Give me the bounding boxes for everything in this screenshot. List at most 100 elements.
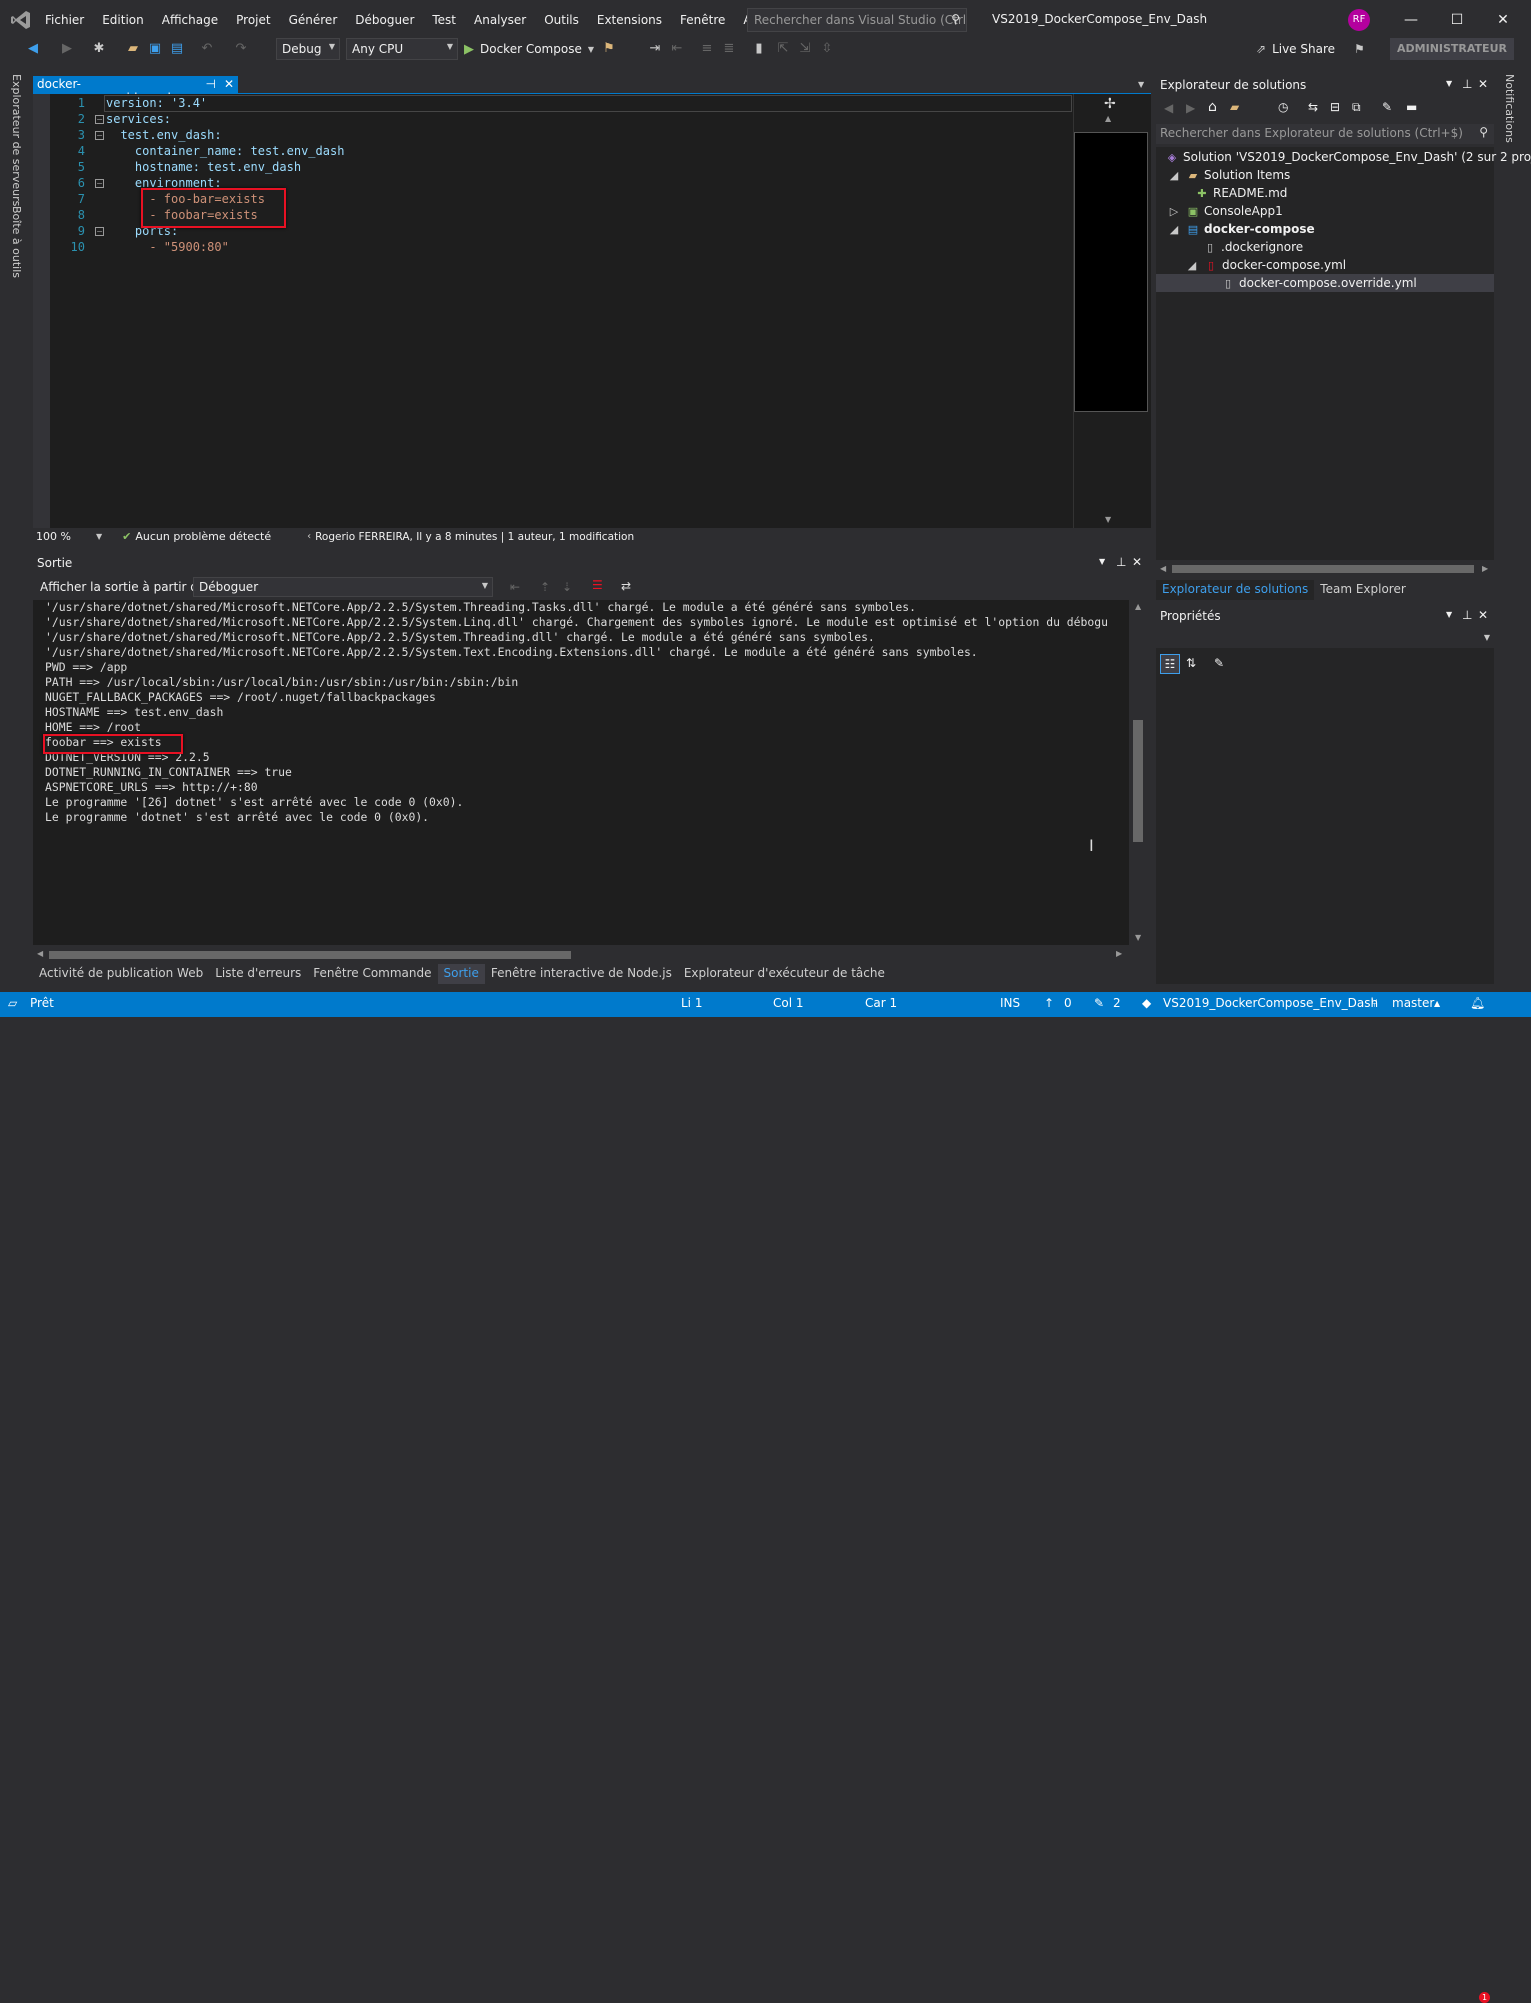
save-all-icon[interactable]: ▤: [168, 40, 186, 58]
tree-item-docker-compose-yml[interactable]: ◢ ▯ docker-compose.yml: [1156, 256, 1346, 274]
scroll-left-icon[interactable]: ◀: [1160, 564, 1166, 573]
menu-window[interactable]: Fenêtre: [671, 0, 734, 40]
fold-toggle-icon[interactable]: −: [95, 179, 104, 188]
output-horizontal-scrollbar[interactable]: ◀ ▶: [33, 948, 1129, 962]
pin-icon[interactable]: ⊥: [1462, 608, 1472, 622]
tree-item-solution[interactable]: ◈ Solution 'VS2019_DockerCompose_Env_Dash…: [1156, 148, 1531, 166]
status-changes[interactable]: 2: [1113, 996, 1121, 1010]
pin-icon[interactable]: ⊥: [1116, 555, 1126, 569]
chevron-down-icon[interactable]: ▼: [1099, 557, 1105, 566]
tree-item-docker-compose[interactable]: ◢ ▤ docker-compose: [1156, 220, 1315, 238]
scroll-right-icon[interactable]: ▶: [1482, 564, 1488, 573]
tab-node-interactive[interactable]: Fenêtre interactive de Node.js: [485, 964, 678, 984]
tree-item-readme[interactable]: ✚ README.md: [1156, 184, 1287, 202]
next-message-icon[interactable]: ⇣: [562, 580, 572, 594]
tab-solution-explorer[interactable]: Explorateur de solutions: [1156, 580, 1315, 600]
expand-icon[interactable]: ◢: [1184, 257, 1200, 275]
alphabetical-icon[interactable]: ⇅: [1186, 656, 1196, 670]
admin-badge[interactable]: ADMINISTRATEUR: [1390, 38, 1514, 60]
close-button[interactable]: ✕: [1480, 0, 1526, 40]
properties-wrench-icon[interactable]: ✎: [1382, 100, 1392, 114]
chevron-down-icon[interactable]: ▼: [96, 532, 102, 541]
indent-icon[interactable]: ≡: [698, 40, 716, 58]
chevron-down-icon[interactable]: ▼: [1446, 610, 1452, 619]
notifications-tab[interactable]: Notifications: [1503, 74, 1516, 143]
prev-message-icon[interactable]: ⇡: [540, 580, 550, 594]
close-icon[interactable]: ✕: [1132, 555, 1142, 569]
notification-bell-icon[interactable]: 🔔︎: [1470, 996, 1485, 1010]
pending-changes-icon[interactable]: ◷: [1278, 100, 1288, 114]
properties-object-select[interactable]: ▼: [1156, 630, 1494, 648]
find-message-icon[interactable]: ⇤: [510, 580, 520, 594]
bookmark-next-icon[interactable]: ⇲: [796, 40, 814, 58]
minimap-view[interactable]: [1074, 132, 1148, 412]
config-select[interactable]: Debug ▼: [276, 38, 340, 60]
pencil-icon[interactable]: ✎: [1094, 996, 1104, 1010]
back-icon[interactable]: ◀: [24, 40, 42, 58]
menu-edit[interactable]: Edition: [93, 0, 153, 40]
bookmark-clear-icon[interactable]: ⇳: [818, 40, 836, 58]
clear-all-icon[interactable]: ☰: [592, 578, 603, 592]
close-icon[interactable]: ✕: [1478, 77, 1488, 91]
menu-analyze[interactable]: Analyser: [465, 0, 535, 40]
menu-build[interactable]: Générer: [280, 0, 347, 40]
branch-icon[interactable]: ⑂: [1371, 996, 1378, 1010]
step-icon[interactable]: ⇥: [646, 40, 664, 58]
scroll-down-icon[interactable]: ▼: [1105, 515, 1111, 524]
close-tab-icon[interactable]: ✕: [224, 77, 234, 91]
scroll-left-icon[interactable]: ◀: [37, 949, 43, 958]
expand-icon[interactable]: ▷: [1166, 203, 1182, 221]
tree-item-docker-compose-override[interactable]: ▯ docker-compose.override.yml: [1156, 274, 1494, 292]
tree-item-dockerignore[interactable]: ▯ .dockerignore: [1156, 238, 1303, 256]
git-blame-info[interactable]: Rogerio FERREIRA, Il y a 8 minutes | 1 a…: [315, 531, 634, 543]
tab-team-explorer[interactable]: Team Explorer: [1314, 580, 1412, 600]
chevron-left-icon[interactable]: ‹: [307, 531, 311, 542]
issues-status[interactable]: Aucun problème détecté: [135, 530, 271, 543]
redo-icon[interactable]: ↷: [232, 40, 250, 58]
server-explorer-tab[interactable]: Explorateur de serveurs: [10, 74, 23, 206]
outdent-icon[interactable]: ≣: [720, 40, 738, 58]
zoom-level[interactable]: 100 %: [36, 530, 96, 543]
close-icon[interactable]: ✕: [1478, 608, 1488, 622]
show-all-files-icon[interactable]: ⧉: [1352, 100, 1361, 115]
avatar[interactable]: RF: [1348, 9, 1370, 31]
output-source-select[interactable]: Déboguer ▼: [193, 577, 493, 597]
expand-icon[interactable]: ◢: [1166, 167, 1182, 185]
save-icon[interactable]: ▣: [146, 40, 164, 58]
repo-icon[interactable]: ◆: [1142, 996, 1151, 1010]
step-over-icon[interactable]: ⇤: [668, 40, 686, 58]
solution-horizontal-scrollbar[interactable]: ◀ ▶: [1156, 561, 1494, 577]
fold-toggle-icon[interactable]: −: [95, 115, 104, 124]
scroll-down-icon[interactable]: ▼: [1135, 933, 1141, 942]
word-wrap-icon[interactable]: ⇄: [621, 579, 631, 593]
tab-output[interactable]: Sortie: [437, 964, 485, 984]
tab-error-list[interactable]: Liste d'erreurs: [209, 964, 307, 984]
minimize-button[interactable]: —: [1388, 0, 1434, 40]
switch-view-icon[interactable]: ▰: [1230, 100, 1239, 114]
pin-icon[interactable]: ⊣: [205, 77, 215, 91]
sync-icon[interactable]: ⇆: [1308, 100, 1318, 114]
attach-icon[interactable]: ⚑: [600, 40, 618, 58]
solution-search-input[interactable]: Rechercher dans Explorateur de solutions…: [1156, 124, 1494, 144]
home-icon[interactable]: ⌂: [1208, 99, 1217, 115]
status-unpushed[interactable]: 0: [1064, 996, 1072, 1010]
platform-select[interactable]: Any CPU ▼: [346, 38, 458, 60]
tree-item-consoleapp[interactable]: ▷ ▣ ConsoleApp1: [1156, 202, 1283, 220]
menu-test[interactable]: Test: [423, 0, 465, 40]
scroll-up-icon[interactable]: ▲: [1135, 602, 1141, 611]
live-share-button[interactable]: ⇗ Live Share: [1256, 40, 1335, 58]
maximize-button[interactable]: ☐: [1434, 0, 1480, 40]
tab-web-publish[interactable]: Activité de publication Web: [33, 964, 209, 984]
search-input[interactable]: Rechercher dans Visual Studio (Ctrl... ⚲: [747, 8, 967, 32]
bookmark-prev-icon[interactable]: ⇱: [774, 40, 792, 58]
menu-extensions[interactable]: Extensions: [588, 0, 671, 40]
scroll-thumb[interactable]: [49, 951, 571, 959]
status-repo[interactable]: VS2019_DockerCompose_Env_Dash: [1163, 996, 1378, 1010]
menu-tools[interactable]: Outils: [535, 0, 588, 40]
scroll-right-icon[interactable]: ▶: [1116, 949, 1122, 958]
tab-list-icon[interactable]: ▼: [1138, 80, 1144, 89]
forward-icon[interactable]: ▶: [58, 40, 76, 58]
menu-file[interactable]: Fichier: [36, 0, 93, 40]
back-icon[interactable]: ◀: [1164, 101, 1173, 115]
chevron-up-icon[interactable]: ▲: [1434, 999, 1440, 1008]
